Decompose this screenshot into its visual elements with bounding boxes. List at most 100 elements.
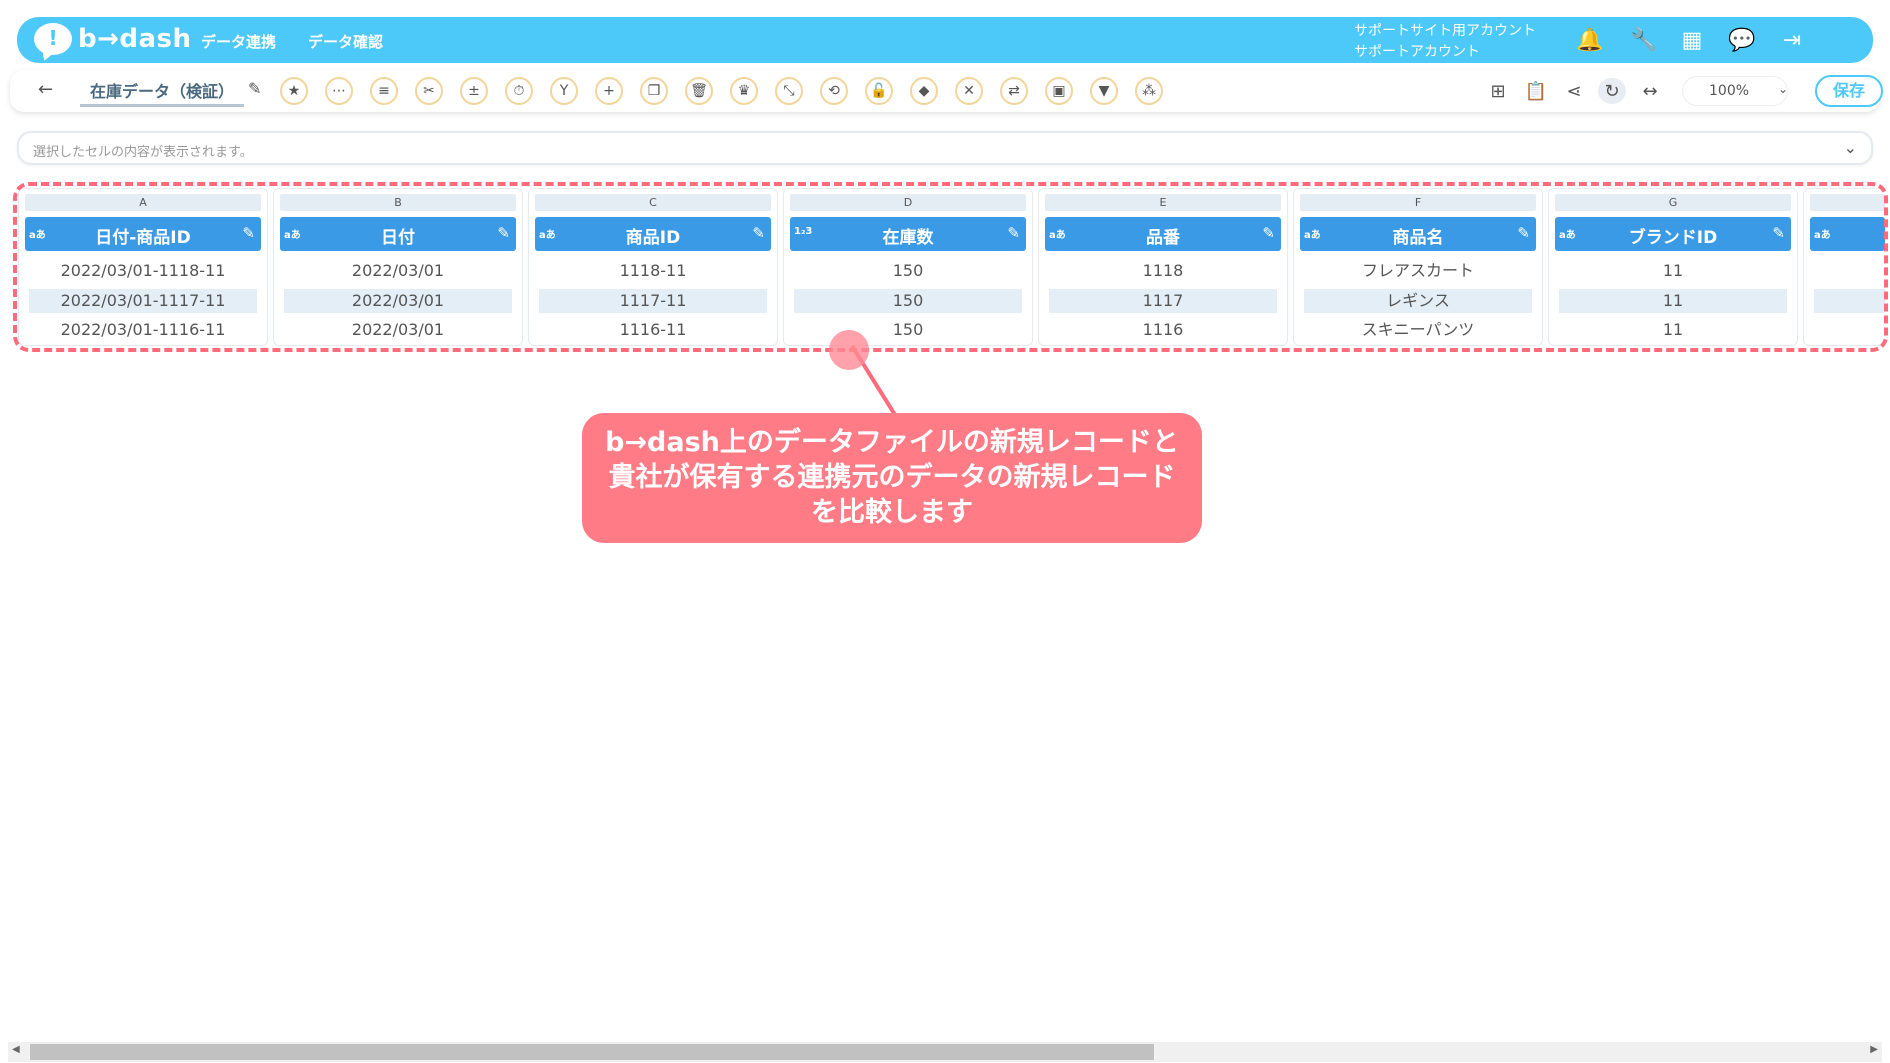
table-cell[interactable]: 1118-11: [539, 259, 767, 283]
refresh-icon[interactable]: ↻: [1598, 78, 1626, 104]
pencil-icon[interactable]: ✎: [1262, 224, 1275, 242]
table-cell[interactable]: 1117-11: [539, 289, 767, 313]
filter-icon[interactable]: ▼: [1090, 77, 1118, 105]
grid-icon[interactable]: ▦: [1677, 25, 1707, 55]
column-header[interactable]: 1₂3 在庫数 ✎: [790, 217, 1026, 251]
logo-icon: [34, 23, 72, 55]
column-header[interactable]: aあ 品番 ✎: [1045, 217, 1281, 251]
pencil-icon[interactable]: ✎: [1007, 224, 1020, 242]
logout-icon[interactable]: ⇥: [1777, 25, 1807, 55]
horizontal-scrollbar[interactable]: ◀ ▶: [8, 1042, 1882, 1062]
table-cell[interactable]: 2022/03/01: [284, 289, 512, 313]
file-name[interactable]: 在庫データ（検証）: [80, 78, 245, 107]
timer-icon[interactable]: ⏱: [505, 77, 533, 105]
callout-line-1: b→dash上のデータファイルの新規レコードと: [605, 427, 1179, 458]
column-b: B aあ 日付 ✎ 2022/03/01 2022/03/01 2022/03/…: [273, 188, 523, 346]
cell-content-bar[interactable]: 選択したセルの内容が表示されます。 ⌄: [17, 131, 1873, 165]
type-badge: aあ: [1049, 230, 1066, 241]
column-name: ブランドID: [1628, 228, 1718, 248]
repeat-icon[interactable]: ⟲: [820, 77, 848, 105]
table-cell[interactable]: 11: [1559, 318, 1787, 342]
column-h-partial: aあ: [1803, 188, 1885, 346]
column-header[interactable]: aあ 日付 ✎: [280, 217, 516, 251]
table-cell[interactable]: 11: [1559, 289, 1787, 313]
logo-text: b→dash: [78, 24, 192, 54]
bell-icon[interactable]: 🔔: [1575, 25, 1605, 55]
merge-icon[interactable]: Y: [550, 77, 578, 105]
lock-icon[interactable]: 🔓: [865, 77, 893, 105]
table-cell[interactable]: 2022/03/01-1118-11: [29, 259, 257, 283]
cut-icon[interactable]: ✂: [415, 77, 443, 105]
code-icon[interactable]: ↔: [1636, 78, 1664, 104]
table-cell[interactable]: 2022/03/01-1117-11: [29, 289, 257, 313]
table-cell[interactable]: 1116-11: [539, 318, 767, 342]
pencil-icon[interactable]: ✎: [1517, 224, 1530, 242]
chevron-down-icon[interactable]: ⌄: [1844, 138, 1857, 157]
account-info[interactable]: サポートサイト用アカウント サポートアカウント: [1354, 21, 1536, 63]
scrollbar-thumb[interactable]: [30, 1044, 1154, 1060]
copy-icon[interactable]: ❐: [640, 77, 668, 105]
nav-data-integration[interactable]: データ連携: [201, 31, 276, 52]
clipboard-icon[interactable]: 📋: [1522, 78, 1550, 104]
frame-icon[interactable]: ▣: [1045, 77, 1073, 105]
pencil-icon[interactable]: ✎: [497, 224, 510, 242]
pencil-icon[interactable]: ✎: [1772, 224, 1785, 242]
column-header[interactable]: aあ: [1810, 217, 1885, 251]
type-badge: aあ: [1814, 230, 1831, 241]
column-header[interactable]: aあ 商品ID ✎: [535, 217, 771, 251]
column-header[interactable]: aあ 商品名 ✎: [1300, 217, 1536, 251]
wrench-icon[interactable]: 🔧: [1629, 25, 1659, 55]
add-icon[interactable]: +: [595, 77, 623, 105]
account-role: サポートアカウント: [1354, 44, 1480, 60]
scroll-left-icon[interactable]: ◀: [12, 1044, 20, 1055]
column-name: 品番: [1146, 228, 1180, 248]
nav-data-check[interactable]: データ確認: [308, 31, 383, 52]
column-header[interactable]: aあ ブランドID ✎: [1555, 217, 1791, 251]
close-circle-icon[interactable]: ✕: [955, 77, 983, 105]
logo[interactable]: b→dash: [34, 23, 192, 55]
table-cell[interactable]: 2022/03/01: [284, 318, 512, 342]
table-cell[interactable]: スキニーパンツ: [1304, 318, 1532, 342]
crown-icon[interactable]: ♛: [730, 77, 758, 105]
table-cell[interactable]: 2022/03/01: [284, 259, 512, 283]
pattern-icon[interactable]: ⁂: [1135, 77, 1163, 105]
column-name: 在庫数: [882, 228, 934, 248]
chat-icon[interactable]: 💬: [1727, 25, 1757, 55]
table-cell[interactable]: 11: [1559, 259, 1787, 283]
table-cell[interactable]: 150: [794, 318, 1022, 342]
list-icon[interactable]: ≡: [370, 77, 398, 105]
column-header[interactable]: aあ 日付-商品ID ✎: [25, 217, 261, 251]
table-cell[interactable]: フレアスカート: [1304, 259, 1532, 283]
flow-icon[interactable]: ⊞: [1484, 78, 1512, 104]
calc-icon[interactable]: ±: [460, 77, 488, 105]
table-cell[interactable]: 150: [794, 259, 1022, 283]
top-header: b→dash データ連携 データ確認 サポートサイト用アカウント サポートアカウ…: [17, 17, 1873, 63]
pencil-icon[interactable]: ✎: [248, 79, 261, 98]
stack-icon[interactable]: ◆: [910, 77, 938, 105]
table-cell[interactable]: [1814, 289, 1885, 313]
table-cell[interactable]: 1117: [1049, 289, 1277, 313]
save-button[interactable]: 保存: [1815, 75, 1883, 107]
zoom-select[interactable]: 100%: [1682, 76, 1788, 106]
table-cell[interactable]: レギンス: [1304, 289, 1532, 313]
delete-icon[interactable]: 🗑: [685, 77, 713, 105]
expand-icon[interactable]: ⤡: [775, 77, 803, 105]
column-f: F aあ 商品名 ✎ フレアスカート レギンス スキニーパンツ: [1293, 188, 1543, 346]
table-cell[interactable]: 1118: [1049, 259, 1277, 283]
table-cell[interactable]: 150: [794, 289, 1022, 313]
more-icon[interactable]: ⋯: [325, 77, 353, 105]
pencil-icon[interactable]: ✎: [752, 224, 765, 242]
scroll-right-icon[interactable]: ▶: [1870, 1044, 1878, 1055]
table-cell[interactable]: 1116: [1049, 318, 1277, 342]
column-letter: [1810, 194, 1885, 211]
column-g: G aあ ブランドID ✎ 11 11 11: [1548, 188, 1798, 346]
back-icon[interactable]: ←: [38, 79, 53, 100]
star-icon[interactable]: ★: [280, 77, 308, 105]
column-letter: E: [1045, 194, 1281, 211]
callout-line-3: を比較します: [811, 497, 973, 528]
share-icon[interactable]: ⋖: [1560, 78, 1588, 104]
table-cell[interactable]: 2022/03/01-1116-11: [29, 318, 257, 342]
convert-icon[interactable]: ⇄: [1000, 77, 1028, 105]
type-badge: aあ: [539, 230, 556, 241]
pencil-icon[interactable]: ✎: [242, 224, 255, 242]
